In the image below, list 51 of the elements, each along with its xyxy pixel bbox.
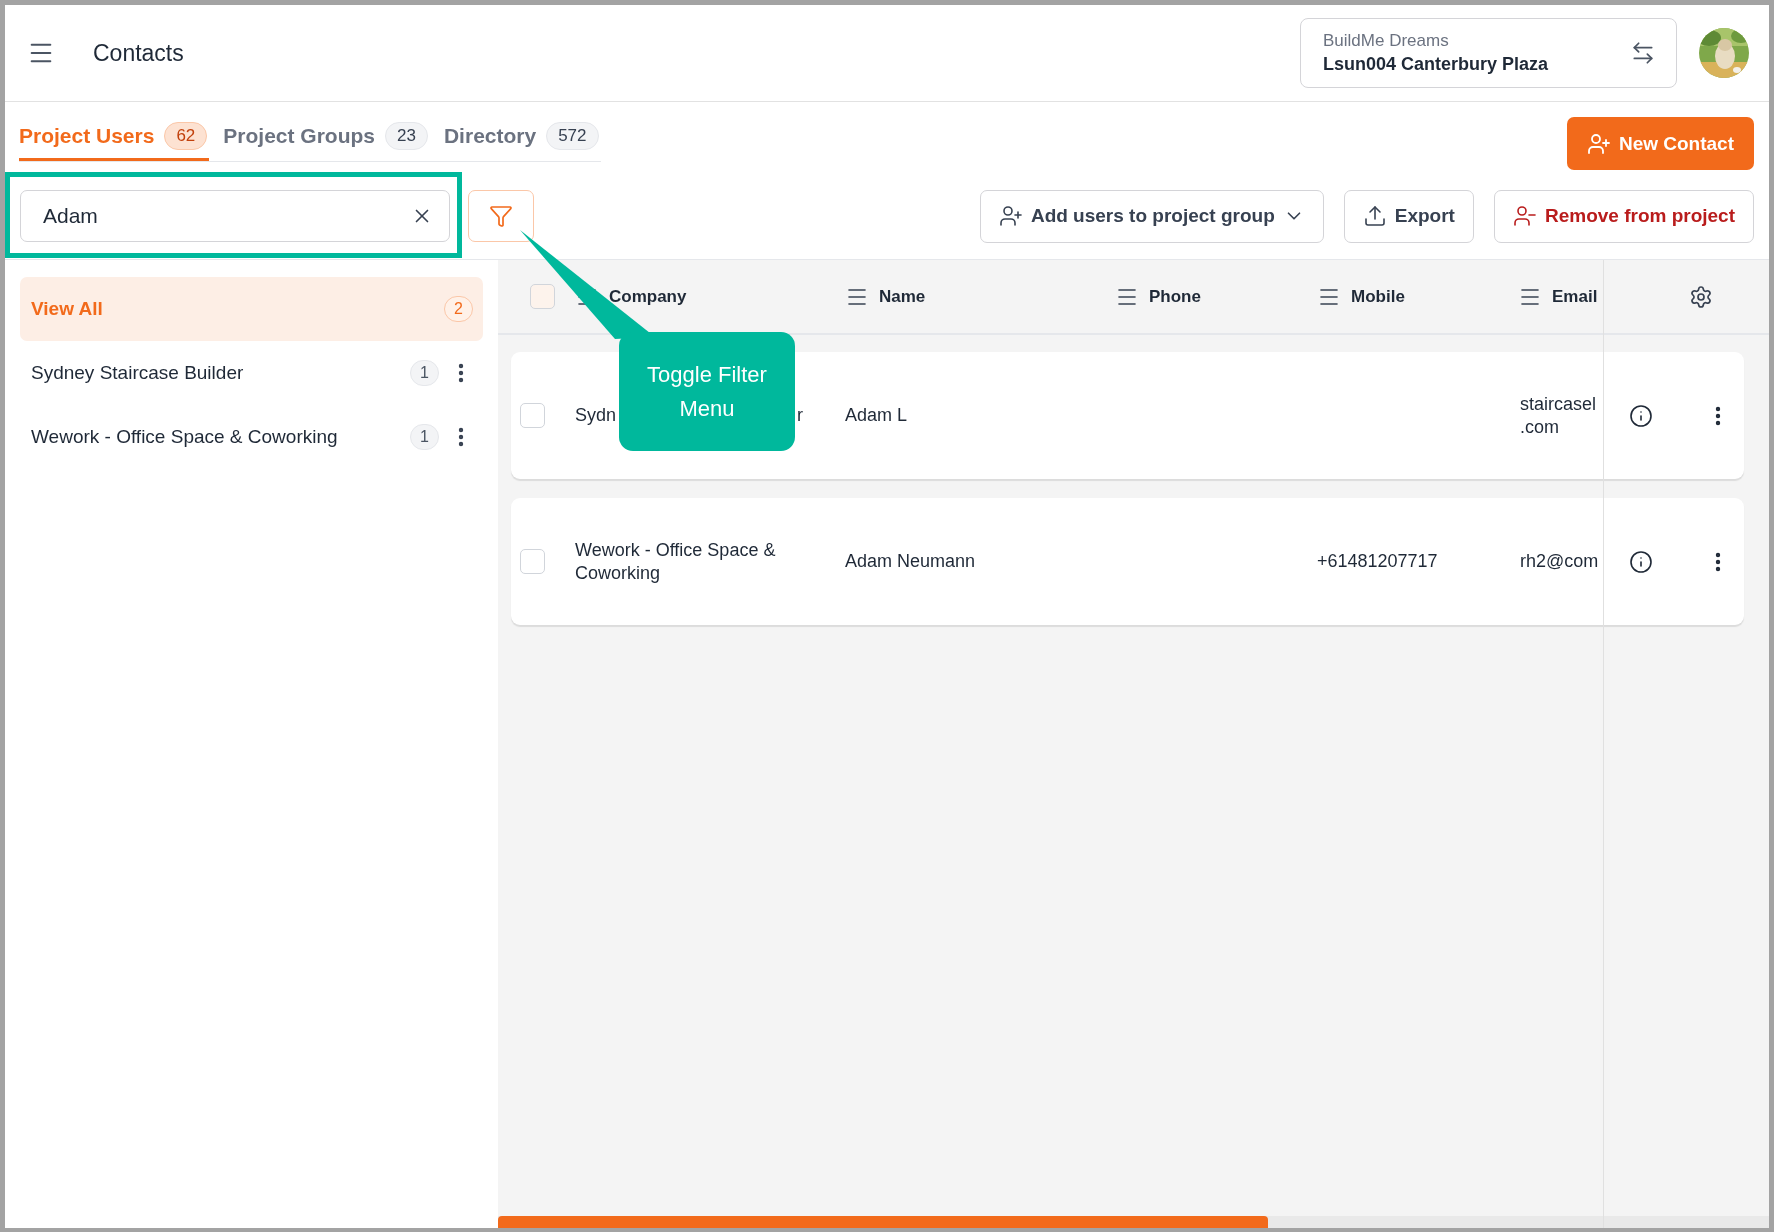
swap-icon[interactable] — [1630, 40, 1656, 66]
name-cell: Adam L — [845, 405, 908, 425]
user-plus-icon — [1586, 131, 1611, 156]
email-cell: staircasel .com — [1520, 392, 1597, 439]
row-checkbox[interactable] — [520, 549, 545, 574]
column-header: Phone — [1149, 286, 1201, 307]
search-box[interactable]: Adam — [20, 190, 450, 242]
tooltip: Toggle Filter Menu — [619, 332, 795, 451]
project-switcher[interactable]: BuildMe Dreams Lsun004 Canterbury Plaza — [1300, 18, 1677, 88]
count-badge: 1 — [410, 360, 439, 386]
group-filter-item[interactable]: Wework - Office Space & Coworking 1 — [20, 405, 483, 469]
search-input[interactable]: Adam — [41, 203, 411, 229]
project-name: Lsun004 Canterbury Plaza — [1323, 54, 1550, 75]
select-all-checkbox[interactable] — [530, 284, 555, 309]
column-header: Email — [1552, 286, 1598, 307]
group-name: Sydney Staircase Builder — [31, 362, 245, 384]
count-badge: 2 — [444, 296, 473, 322]
contact-row[interactable]: Wework - Office Space & Coworking Adam Neumann +61481207717 rh2@com — [511, 498, 1744, 625]
upload-icon — [1362, 204, 1387, 228]
count-badge: 23 — [385, 122, 428, 150]
page-title: Contacts — [93, 39, 184, 67]
user-plus-icon — [998, 204, 1023, 228]
tab[interactable]: Project Groups 23 — [223, 114, 430, 161]
count-badge: 62 — [164, 122, 208, 150]
company-text: Sydn — [575, 404, 617, 427]
column-header: Mobile — [1351, 286, 1405, 307]
company-text: Wework - Office Space & Coworking — [575, 538, 777, 585]
name-cell: Adam Neumann — [845, 551, 976, 571]
mobile-cell: +61481207717 — [1317, 551, 1438, 571]
row-checkbox[interactable] — [520, 403, 545, 428]
count-badge: 572 — [546, 122, 599, 150]
user-minus-icon — [1512, 204, 1537, 228]
tab[interactable]: Directory 572 — [443, 114, 601, 161]
info-icon[interactable] — [1629, 549, 1653, 574]
tab[interactable]: Project Users 62 — [19, 114, 210, 161]
add-to-group-button[interactable]: Add users to project group — [979, 189, 1324, 243]
organization-name: BuildMe Dreams — [1323, 31, 1450, 51]
settings-icon[interactable] — [1689, 284, 1713, 309]
group-name: View All — [31, 298, 104, 320]
filter-icon — [489, 204, 513, 228]
group-filter-item[interactable]: Sydney Staircase Builder 1 — [20, 341, 483, 405]
email-cell: rh2@com — [1520, 550, 1599, 573]
count-badge: 1 — [410, 424, 439, 450]
export-button[interactable]: Export — [1343, 189, 1474, 243]
company-text: r — [797, 404, 803, 427]
column-header: Company — [609, 286, 687, 307]
info-icon[interactable] — [1629, 403, 1653, 428]
horizontal-scrollbar[interactable] — [498, 1216, 1769, 1228]
column-header: Name — [879, 286, 926, 307]
group-name: Wework - Office Space & Coworking — [31, 426, 339, 448]
remove-from-project-button[interactable]: Remove from project — [1493, 189, 1754, 243]
